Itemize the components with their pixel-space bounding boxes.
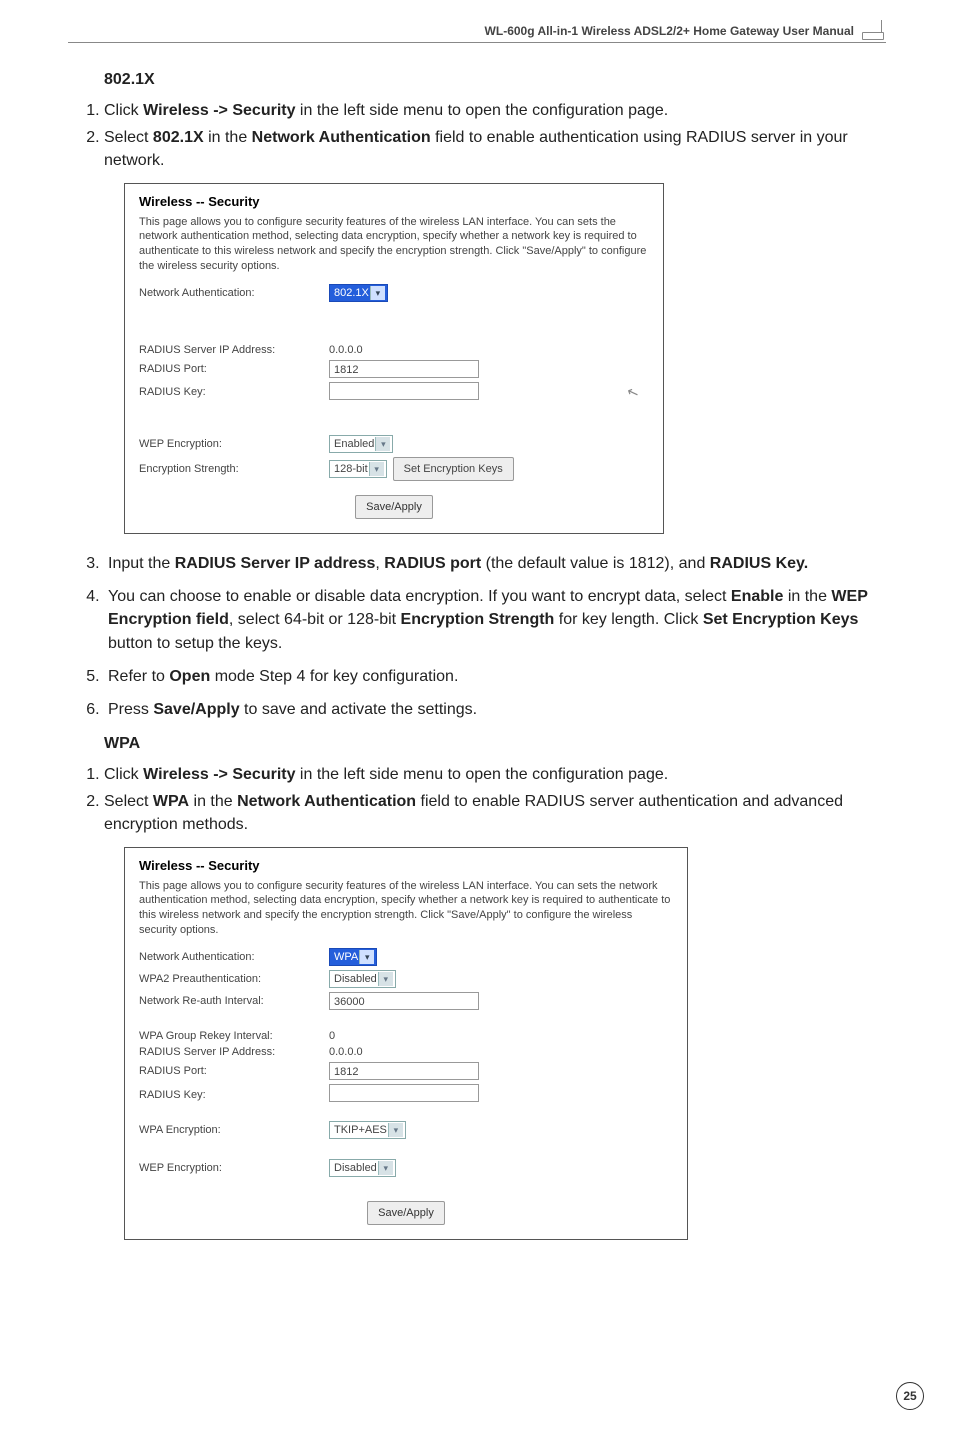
- radius-port-label: RADIUS Port:: [139, 363, 329, 375]
- steps-wpa-top: Click Wireless -> Security in the left s…: [68, 763, 886, 837]
- dialog-description: This page allows you to configure securi…: [139, 879, 673, 938]
- set-encryption-keys-button[interactable]: Set Encryption Keys: [393, 457, 514, 481]
- chevron-down-icon: ▾: [378, 1161, 393, 1175]
- encryption-strength-select[interactable]: 128-bit ▾: [329, 460, 387, 478]
- section-heading-wpa: WPA: [104, 735, 886, 753]
- radius-port-label: RADIUS Port:: [139, 1065, 329, 1077]
- wep-encryption-select[interactable]: Disabled ▾: [329, 1159, 396, 1177]
- group-rekey-value: 0: [329, 1030, 335, 1042]
- wep-encryption-label: WEP Encryption:: [139, 1162, 329, 1174]
- step-1: Click Wireless -> Security in the left s…: [104, 99, 886, 122]
- wep-encryption-label: WEP Encryption:: [139, 438, 329, 450]
- router-icon: [862, 24, 886, 40]
- network-auth-label: Network Authentication:: [139, 951, 329, 963]
- screenshot-8021x: Wireless -- Security This page allows yo…: [124, 183, 664, 534]
- step-3: Input the RADIUS Server IP address, RADI…: [104, 552, 886, 575]
- step-6: Press Save/Apply to save and activate th…: [104, 698, 886, 721]
- wpa2-preauth-label: WPA2 Preauthentication:: [139, 973, 329, 985]
- step-5: Refer to Open mode Step 4 for key config…: [104, 665, 886, 688]
- page-header: WL-600g All-in-1 Wireless ADSL2/2+ Home …: [68, 24, 886, 43]
- radius-ip-value: 0.0.0.0: [329, 344, 363, 356]
- radius-key-input[interactable]: [329, 1084, 479, 1102]
- encryption-strength-label: Encryption Strength:: [139, 463, 329, 475]
- step-2: Select 802.1X in the Network Authenticat…: [104, 126, 886, 172]
- dialog-title: Wireless -- Security: [139, 858, 673, 873]
- radius-ip-value: 0.0.0.0: [329, 1046, 363, 1058]
- radius-key-label: RADIUS Key:: [139, 386, 329, 398]
- wpa2-preauth-select[interactable]: Disabled ▾: [329, 970, 396, 988]
- dialog-title: Wireless -- Security: [139, 194, 649, 209]
- radius-port-input[interactable]: 1812: [329, 360, 479, 378]
- chevron-down-icon: ▾: [370, 286, 385, 300]
- section-heading-8021x: 802.1X: [104, 71, 886, 89]
- steps-8021x-bottom: Input the RADIUS Server IP address, RADI…: [68, 552, 886, 721]
- chevron-down-icon: ▾: [369, 462, 384, 476]
- radius-key-input[interactable]: [329, 382, 479, 400]
- dialog-description: This page allows you to configure securi…: [139, 215, 649, 274]
- chevron-down-icon: ▾: [388, 1123, 403, 1137]
- chevron-down-icon: ▾: [375, 437, 390, 451]
- steps-8021x-top: Click Wireless -> Security in the left s…: [68, 99, 886, 173]
- network-auth-label: Network Authentication:: [139, 287, 329, 299]
- radius-ip-label: RADIUS Server IP Address:: [139, 344, 329, 356]
- radius-ip-label: RADIUS Server IP Address:: [139, 1046, 329, 1058]
- wpa-step-2: Select WPA in the Network Authentication…: [104, 790, 886, 836]
- chevron-down-icon: ▾: [359, 950, 374, 964]
- wpa-encryption-select[interactable]: TKIP+AES ▾: [329, 1121, 406, 1139]
- radius-port-input[interactable]: 1812: [329, 1062, 479, 1080]
- wpa-step-1: Click Wireless -> Security in the left s…: [104, 763, 886, 786]
- reauth-interval-input[interactable]: 36000: [329, 992, 479, 1010]
- header-title: WL-600g All-in-1 Wireless ADSL2/2+ Home …: [485, 24, 854, 38]
- step-4: You can choose to enable or disable data…: [104, 585, 886, 655]
- group-rekey-label: WPA Group Rekey Interval:: [139, 1030, 329, 1042]
- chevron-down-icon: ▾: [378, 972, 393, 986]
- radius-key-label: RADIUS Key:: [139, 1089, 329, 1101]
- save-apply-button[interactable]: Save/Apply: [355, 495, 433, 519]
- network-auth-select[interactable]: 802.1X ▾: [329, 284, 388, 302]
- wpa-encryption-label: WPA Encryption:: [139, 1124, 329, 1136]
- wep-encryption-select[interactable]: Enabled ▾: [329, 435, 393, 453]
- reauth-interval-label: Network Re-auth Interval:: [139, 995, 329, 1007]
- save-apply-button[interactable]: Save/Apply: [367, 1201, 445, 1225]
- network-auth-select[interactable]: WPA ▾: [329, 948, 377, 966]
- screenshot-wpa: Wireless -- Security This page allows yo…: [124, 847, 688, 1240]
- page-number: 25: [896, 1382, 924, 1410]
